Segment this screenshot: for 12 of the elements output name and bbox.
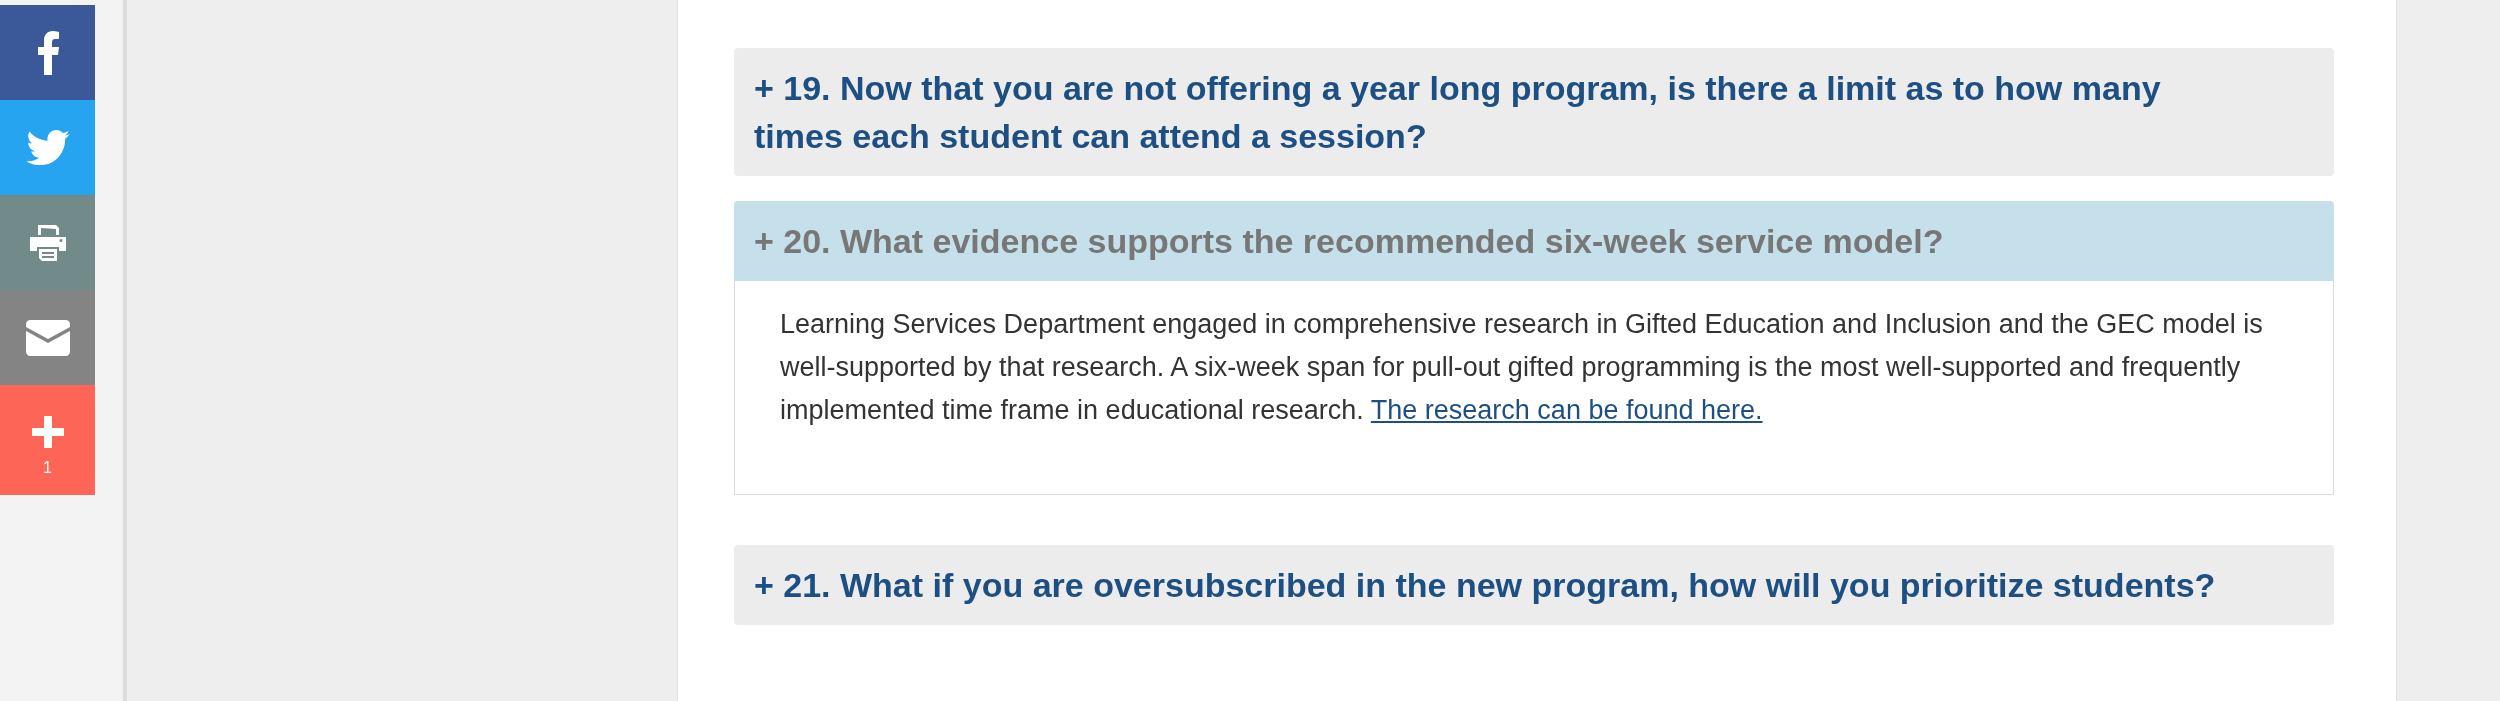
question-header[interactable]: + 21. What if you are oversubscribed in the new program, how will you prioritize students? xyxy=(734,545,2334,625)
answer-text: Learning Services Department engaged in comprehensive research in Gifted Education and Inclusion and the GEC model is well-supported by that research. A six-week span for pull-out gifted programming is the most well-supported and frequently implemented time frame in educational research. The research can be found here. xyxy=(780,308,2264,427)
email-icon xyxy=(25,319,70,356)
share-button[interactable] xyxy=(0,195,95,290)
share-button[interactable] xyxy=(0,290,95,385)
twitter-icon xyxy=(25,129,70,166)
share-button[interactable] xyxy=(0,5,95,100)
print-icon xyxy=(28,224,67,261)
question-header[interactable]: + 19. Now that you are not offering a year long program, is there a limit as to how many times each student can attend a session? xyxy=(734,48,2334,176)
plus-icon xyxy=(31,416,64,448)
share-count: 1 xyxy=(43,458,52,478)
research-link[interactable]: The research can be found here. xyxy=(1370,395,1763,425)
